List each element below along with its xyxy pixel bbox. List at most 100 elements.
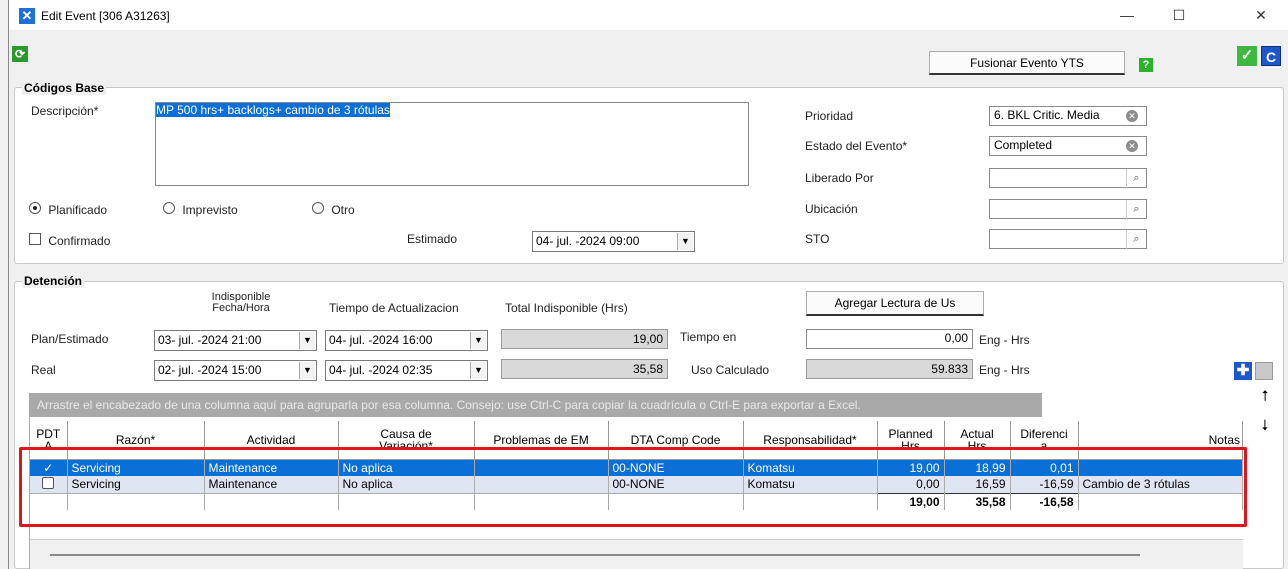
radio-imprevisto[interactable]: Imprevisto (163, 202, 238, 217)
col-notas[interactable]: Notas (1078, 421, 1243, 460)
edit-event-window: ✕ Edit Event [306 A31263] — ☐ ✕ ⟳ Fusion… (8, 0, 1288, 569)
plan-actualizacion-select[interactable]: 04- jul. -2024 16:00 ▼ (325, 330, 488, 351)
radio-otro[interactable]: Otro (312, 202, 355, 217)
c-button[interactable]: C (1261, 46, 1281, 66)
plan-indisponible-select[interactable]: 03- jul. -2024 21:00 ▼ (154, 330, 317, 351)
move-down-arrow-icon[interactable]: ⭣ (1256, 417, 1274, 437)
clear-icon[interactable]: ✕ (1126, 140, 1138, 152)
search-icon[interactable]: ⌕ (1126, 169, 1146, 188)
plan-actualizacion-value: 04- jul. -2024 16:00 (329, 333, 433, 347)
cell-notas[interactable] (1078, 459, 1243, 476)
cell-planned[interactable]: 19,00 (877, 459, 945, 476)
horizontal-scrollbar[interactable] (30, 539, 1243, 569)
group-by-hint-bar[interactable]: Arrastre el encabezado de una columna aq… (29, 393, 1042, 417)
estimado-value: 04- jul. -2024 09:00 (536, 234, 640, 248)
cell-resp[interactable]: Komatsu (743, 476, 878, 493)
dropdown-arrow-icon[interactable]: ▼ (677, 233, 693, 250)
cell-planned[interactable]: 0,00 (877, 476, 945, 493)
detencion-title: Detención (22, 274, 85, 288)
total-planned: 19,00 (877, 492, 945, 510)
cell-actividad[interactable]: Maintenance (204, 476, 339, 493)
estado-field[interactable]: Completed ✕ (989, 136, 1147, 156)
confirmado-box[interactable] (29, 233, 41, 245)
pdta-checkbox[interactable]: ✓ (30, 459, 68, 476)
cell-dta[interactable]: 00-NONE (608, 459, 744, 476)
radio-planificado-button[interactable] (29, 202, 41, 214)
scrollbar-thumb[interactable] (50, 554, 1140, 556)
add-row-icon[interactable]: ✚ (1234, 362, 1252, 380)
cell-dif[interactable]: -16,59 (1010, 476, 1079, 493)
tiempo-en-label: Tiempo en (680, 330, 737, 344)
sto-label: STO (805, 232, 830, 246)
maximize-button[interactable]: ☐ (1159, 4, 1199, 28)
radio-otro-button[interactable] (312, 202, 324, 214)
prioridad-field[interactable]: 6. BKL Critic. Media ✕ (989, 106, 1147, 126)
cell-actividad[interactable]: Maintenance (204, 459, 339, 476)
cell-resp[interactable]: Komatsu (743, 459, 878, 476)
indisponible-header: Indisponible Fecha/Hora (211, 292, 271, 314)
col-diferencia[interactable]: Diferenci a (1010, 421, 1079, 460)
col-actual[interactable]: Actual Hrs (944, 421, 1011, 460)
agregar-lectura-button[interactable]: Agregar Lectura de Us (806, 291, 984, 316)
dropdown-arrow-icon[interactable]: ▼ (470, 332, 486, 349)
search-icon[interactable]: ⌕ (1126, 230, 1146, 249)
estimado-date-select[interactable]: 04- jul. -2024 09:00 ▼ (532, 231, 695, 252)
table-row[interactable]: ✓ Servicing Maintenance No aplica 00-NON… (30, 459, 1243, 476)
col-planned[interactable]: Planned Hrs (877, 421, 945, 460)
cell-razon[interactable]: Servicing (67, 476, 205, 493)
app-icon: ✕ (19, 8, 35, 24)
cell-causa[interactable]: No aplica (338, 459, 475, 476)
help-icon[interactable]: ? (1139, 58, 1153, 72)
col-actividad[interactable]: Actividad (204, 421, 339, 460)
col-pdta[interactable]: PDT A (30, 421, 68, 460)
pdta-checkbox[interactable] (30, 476, 68, 493)
cell-notas[interactable]: Cambio de 3 rótulas (1078, 476, 1243, 493)
estado-label: Estado del Evento* (805, 139, 908, 153)
confirmado-checkbox[interactable]: Confirmado (29, 233, 110, 248)
tiempo-en-field[interactable]: 0,00 (806, 329, 973, 349)
move-up-arrow-icon[interactable]: ⭡ (1256, 388, 1274, 408)
cell-dif[interactable]: 0,01 (1010, 459, 1079, 476)
codigos-base-title: Códigos Base (22, 81, 107, 95)
refresh-icon[interactable]: ⟳ (12, 46, 28, 62)
title-bar: ✕ Edit Event [306 A31263] — ☐ ✕ (9, 0, 1288, 30)
estimado-label: Estimado (407, 232, 458, 246)
radio-imprevisto-button[interactable] (163, 202, 175, 214)
col-razon[interactable]: Razón* (67, 421, 205, 460)
ubicacion-field[interactable]: ⌕ (989, 199, 1147, 219)
merge-event-button[interactable]: Fusionar Evento YTS (929, 51, 1125, 75)
col-problemas[interactable]: Problemas de EM (474, 421, 609, 460)
uso-calculado-label: Uso Calculado (691, 363, 770, 377)
remove-row-icon[interactable] (1255, 362, 1273, 380)
descripcion-field[interactable]: MP 500 hrs+ backlogs+ cambio de 3 rótula… (155, 102, 749, 186)
window-title: Edit Event [306 A31263] (41, 9, 170, 23)
radio-planificado[interactable]: Planificado (29, 202, 107, 217)
col-responsabilidad[interactable]: Responsabilidad* (743, 421, 878, 460)
dropdown-arrow-icon[interactable]: ▼ (470, 362, 486, 379)
table-row[interactable]: Servicing Maintenance No aplica 00-NONE … (30, 476, 1243, 493)
prioridad-value: 6. BKL Critic. Media (994, 108, 1100, 122)
close-button[interactable]: ✕ (1241, 4, 1281, 28)
real-indisponible-select[interactable]: 02- jul. -2024 15:00 ▼ (154, 360, 317, 381)
col-causa[interactable]: Causa de Variación* (338, 421, 475, 460)
cell-problemas[interactable] (474, 459, 609, 476)
cell-dta[interactable]: 00-NONE (608, 476, 744, 493)
clear-icon[interactable]: ✕ (1126, 110, 1138, 122)
liberado-field[interactable]: ⌕ (989, 168, 1147, 188)
plan-estimado-label: Plan/Estimado (31, 332, 109, 346)
cell-actual[interactable]: 18,99 (944, 459, 1011, 476)
minimize-button[interactable]: — (1107, 4, 1147, 28)
cell-causa[interactable]: No aplica (338, 476, 475, 493)
cell-actual[interactable]: 16,59 (944, 476, 1011, 493)
real-actualizacion-select[interactable]: 04- jul. -2024 02:35 ▼ (325, 360, 488, 381)
plan-indisponible-value: 03- jul. -2024 21:00 (158, 333, 262, 347)
dropdown-arrow-icon[interactable]: ▼ (299, 332, 315, 349)
ok-check-icon[interactable]: ✓ (1237, 46, 1257, 66)
sto-field[interactable]: ⌕ (989, 229, 1147, 249)
col-dta[interactable]: DTA Comp Code (608, 421, 744, 460)
cell-razon[interactable]: Servicing (67, 459, 205, 476)
dropdown-arrow-icon[interactable]: ▼ (299, 362, 315, 379)
search-icon[interactable]: ⌕ (1126, 200, 1146, 219)
cell-problemas[interactable] (474, 476, 609, 493)
real-indisponible-value: 02- jul. -2024 15:00 (158, 363, 262, 377)
